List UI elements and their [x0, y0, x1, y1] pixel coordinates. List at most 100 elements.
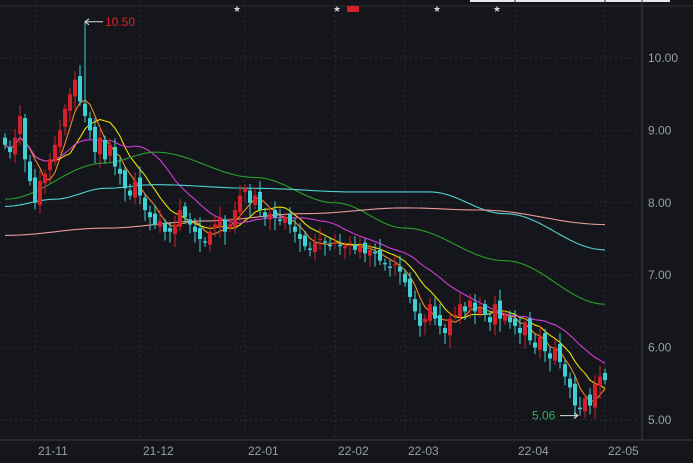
- candle-body: [113, 147, 117, 167]
- candle-body: [428, 304, 432, 321]
- candle-body: [88, 118, 92, 131]
- candle-body: [138, 177, 142, 196]
- candle-body: [343, 246, 347, 249]
- candle-body: [3, 137, 7, 145]
- candle-body: [563, 364, 567, 377]
- candle-body: [133, 181, 137, 198]
- y-tick-label: 7.00: [648, 268, 672, 282]
- event-flag-icon: [347, 6, 359, 12]
- candle-body: [493, 304, 497, 325]
- event-star-icon: ★: [233, 4, 241, 14]
- y-tick-label: 6.00: [648, 341, 672, 355]
- candle-body: [333, 242, 337, 244]
- candle-body: [403, 273, 407, 283]
- candle-body: [93, 126, 97, 153]
- candle-body: [298, 233, 302, 239]
- candle-body: [458, 304, 462, 318]
- candle-body: [308, 248, 312, 250]
- candle-body: [448, 318, 452, 336]
- candle-body: [478, 307, 482, 314]
- candle-body: [373, 252, 377, 254]
- candle-body: [418, 313, 422, 326]
- candle-body: [483, 304, 487, 316]
- x-tick-label: 22-04: [518, 444, 549, 458]
- candle-body: [583, 398, 587, 412]
- candle-body: [178, 210, 182, 227]
- candle-body: [193, 226, 197, 232]
- candle-body: [148, 212, 152, 218]
- x-tick-label: 22-05: [608, 444, 639, 458]
- candle-body: [263, 212, 267, 218]
- candle-body: [588, 394, 592, 406]
- candle-body: [323, 241, 327, 243]
- candle-body: [68, 94, 72, 111]
- low-price-label: 5.06: [532, 409, 556, 423]
- x-tick-label: 22-01: [248, 444, 279, 458]
- candle-body: [188, 219, 192, 225]
- candle-body: [578, 407, 582, 410]
- candle-body: [388, 266, 392, 268]
- high-price-label: 10.50: [105, 15, 135, 29]
- candle-body: [213, 224, 217, 229]
- candle-body: [533, 342, 537, 348]
- candle-body: [198, 228, 202, 239]
- candle-body: [318, 239, 322, 240]
- candle-body: [538, 336, 542, 350]
- candle-body: [503, 315, 507, 321]
- candle-body: [358, 246, 362, 253]
- candlestick-chart: 10.00 9.00 8.00 7.00 6.00 5.00 21-11 21-12 22-01…: [0, 0, 693, 458]
- candle-body: [28, 161, 32, 182]
- candle-body: [118, 168, 122, 174]
- axes: 10.00 9.00 8.00 7.00 6.00 5.00 21-11 21-12 22-01…: [0, 0, 693, 458]
- event-star-icon: ★: [433, 4, 441, 14]
- candle-body: [273, 210, 277, 218]
- candle-body: [338, 244, 342, 247]
- candle-body: [408, 278, 412, 297]
- candle-body: [438, 315, 442, 326]
- candle-body: [43, 173, 47, 184]
- candle-body: [443, 328, 447, 334]
- candle-body: [83, 103, 87, 116]
- candle-body: [378, 249, 382, 261]
- candle-body: [468, 300, 472, 308]
- candle-body: [33, 177, 37, 203]
- x-tick-label: 21-11: [38, 444, 68, 458]
- candle-body: [498, 300, 502, 319]
- candle-body: [363, 242, 367, 254]
- candle-body: [288, 213, 292, 225]
- candle-body: [58, 130, 62, 148]
- candle-body: [218, 217, 222, 227]
- candle-body: [433, 306, 437, 319]
- y-tick-label: 8.00: [648, 196, 672, 210]
- y-tick-label: 9.00: [648, 123, 672, 137]
- candle-body: [368, 249, 372, 256]
- x-tick-label: 21-12: [143, 444, 174, 458]
- candle-body: [598, 376, 602, 386]
- candle-body: [8, 147, 12, 153]
- candle-body: [348, 242, 352, 244]
- candles: [3, 21, 607, 419]
- candle-body: [283, 217, 287, 224]
- candle-body: [238, 195, 242, 213]
- event-star-icon: ★: [333, 4, 341, 14]
- grid: [0, 0, 642, 440]
- candle-body: [158, 220, 162, 227]
- candle-body: [513, 318, 517, 326]
- candle-body: [98, 137, 102, 155]
- candle-body: [38, 181, 42, 205]
- candle-body: [253, 195, 257, 205]
- candle-body: [413, 299, 417, 312]
- candle-body: [48, 159, 52, 171]
- candle-body: [593, 383, 597, 408]
- candle-body: [163, 223, 167, 232]
- candle-body: [73, 79, 77, 97]
- candle-body: [108, 144, 112, 156]
- candle-body: [153, 213, 157, 225]
- candle-body: [528, 318, 532, 341]
- candle-body: [463, 306, 467, 312]
- candle-body: [383, 262, 387, 265]
- candle-body: [398, 266, 402, 272]
- candle-body: [143, 197, 147, 211]
- candle-body: [243, 188, 247, 192]
- candle-body: [23, 118, 27, 160]
